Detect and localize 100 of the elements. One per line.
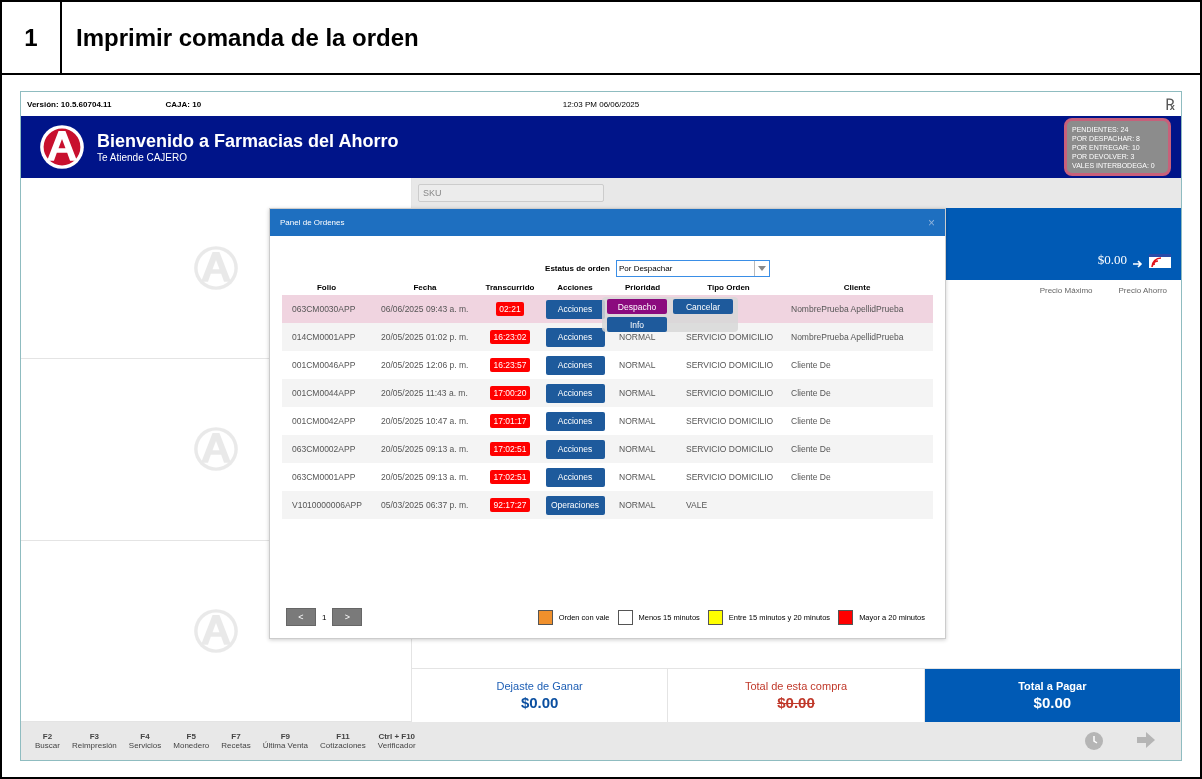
dialog-title: Panel de Ordenes (280, 218, 345, 227)
function-key[interactable]: F4 Servicios (122, 732, 168, 750)
actions-button[interactable]: Acciones (545, 299, 605, 319)
column-header: Prioridad (623, 283, 662, 292)
column-header: Precio Máximo (1039, 286, 1093, 295)
elapsed-time: 17:02:51 (490, 470, 530, 484)
function-key[interactable]: F2 Buscar (29, 732, 66, 750)
table-cell-text: NombrePrueba ApellidPrueba (790, 304, 905, 314)
total-label: Dejaste de Ganar (496, 680, 583, 692)
arrow-icon (1133, 260, 1143, 268)
actions-button[interactable]: Acciones (545, 327, 605, 347)
order-row[interactable]: V1010000006APP 05/03/2025 06:37 p. m. 92:17:27 Operaciones NORMAL VALE (282, 491, 933, 519)
table-cell-text: 001CM0046APP (291, 360, 357, 370)
page-number: 1 (322, 612, 327, 622)
table-cell-text: 06/06/2025 09:43 a. m. (380, 304, 470, 314)
table-cell-text: V1010000006APP (291, 500, 363, 510)
step-title: Imprimir comanda de la orden (75, 22, 419, 53)
table-cell-text: Cliente De (790, 360, 832, 370)
elapsed-time: 17:00:20 (490, 386, 530, 400)
order-row[interactable]: 001CM0044APP 20/05/2025 11:43 a. m. 17:00:20 Acciones NORMAL SERVICIO DOMICILIO Cliente De (282, 379, 933, 407)
column-header: Precio Ahorro (1118, 286, 1167, 295)
register-label: CAJA: 10 (165, 99, 202, 109)
table-cell-text: SERVICIO DOMICILIO (685, 388, 775, 398)
prescription-symbol[interactable]: ℞ (1165, 93, 1175, 115)
elapsed-time: 16:23:57 (490, 358, 530, 372)
table-cell-text: 063CM0030APP (291, 304, 357, 314)
table-cell-text: NORMAL (618, 500, 657, 510)
actions-button[interactable]: Acciones (545, 467, 605, 487)
column-header: Folio (315, 283, 338, 292)
menu-button[interactable]: Cancelar (673, 299, 733, 314)
table-cell-text: Cliente De (790, 444, 832, 454)
table-cell-text: 014CM0001APP (291, 332, 357, 342)
sku-field[interactable]: SKU (418, 184, 604, 202)
function-key[interactable]: F7 Recetas (215, 732, 257, 750)
date-time: 12:03 PM 06/06/2025 (562, 99, 640, 109)
table-cell-text: SERVICIO DOMICILIO (685, 416, 775, 426)
table-cell-text: Cliente De (790, 416, 832, 426)
elapsed-time: 17:02:51 (490, 442, 530, 456)
table-cell-text: 063CM0002APP (291, 444, 357, 454)
table-cell-text: NORMAL (618, 332, 657, 342)
actions-button[interactable]: Acciones (545, 355, 605, 375)
menu-button[interactable]: Info (607, 317, 667, 332)
table-cell-text: NORMAL (618, 388, 657, 398)
total-amount: $0.00 (520, 694, 559, 711)
column-header: Fecha (412, 283, 438, 292)
balance-amount: $0.00 (1097, 252, 1127, 268)
step-number: 1 (2, 2, 62, 73)
table-cell-text: Cliente De (790, 388, 832, 398)
actions-button[interactable]: Acciones (545, 439, 605, 459)
status-dropdown[interactable]: Por Despachar (615, 260, 770, 277)
total-label: Total a Pagar (1018, 680, 1087, 692)
total-label: Total de esta compra (744, 680, 848, 692)
version-label: Versión: 10.5.60704.11 (27, 99, 112, 109)
actions-button[interactable]: Acciones (545, 383, 605, 403)
table-cell-text: 063CM0001APP (291, 472, 357, 482)
table-cell-text: 001CM0044APP (291, 388, 357, 398)
table-cell-text: 05/03/2025 06:37 p. m. (380, 500, 470, 510)
previous-page-button[interactable]: < (286, 608, 316, 626)
table-cell-text: Cliente De (790, 472, 832, 482)
table-cell-text: NORMAL (618, 472, 657, 482)
function-key[interactable]: F11 Cotizaciones (314, 732, 372, 750)
table-cell-text: NORMAL (618, 360, 657, 370)
table-cell-text: VALE (685, 500, 709, 510)
table-cell-text: 20/05/2025 11:43 a. m. (380, 388, 469, 398)
total-amount: $0.00 (1033, 694, 1072, 711)
function-key[interactable]: F5 Monedero (167, 732, 216, 750)
table-cell-text: SERVICIO DOMICILIO (685, 444, 775, 454)
table-cell-text: 20/05/2025 10:47 a. m. (380, 416, 470, 426)
table-cell-text: SERVICIO DOMICILIO (685, 472, 775, 482)
table-cell-text: 20/05/2025 12:06 p. m. (380, 360, 470, 370)
card-icon (1149, 254, 1171, 268)
filter-label: Estatus de orden (545, 264, 610, 273)
table-cell-text: 20/05/2025 01:02 p. m. (380, 332, 470, 342)
elapsed-time: 02:21 (496, 302, 524, 316)
function-key[interactable]: F9 Última Venta (256, 732, 314, 750)
function-key[interactable]: Ctrl + F10 Verificador (371, 732, 422, 750)
next-page-button[interactable]: > (332, 608, 363, 626)
table-cell-text: 20/05/2025 09:13 a. m. (380, 472, 470, 482)
menu-button[interactable]: Despacho (607, 299, 667, 314)
cashier-subtitle: Te Atiende CAJERO (97, 152, 189, 163)
column-header: Tipo Orden (706, 283, 751, 292)
table-cell-text: SERVICIO DOMICILIO (685, 332, 775, 342)
column-header: Cliente (842, 283, 872, 292)
table-cell-text: 001CM0042APP (291, 416, 357, 426)
column-header: Transcurrido (484, 283, 536, 292)
table-cell-text: NORMAL (618, 416, 657, 426)
table-cell-text: SERVICIO DOMICILIO (685, 360, 775, 370)
elapsed-time: 17:01:17 (490, 414, 530, 428)
table-cell-text: NombrePrueba ApellidPrueba (790, 332, 905, 342)
actions-button[interactable]: Operaciones (545, 495, 605, 515)
welcome-title: Bienvenido a Farmacias del Ahorro (97, 131, 399, 152)
column-header: Acciones (556, 283, 594, 292)
table-cell-text: 20/05/2025 09:13 a. m. (380, 444, 470, 454)
elapsed-time: 92:17:27 (490, 498, 530, 512)
function-key[interactable]: F3 Reimpresión (65, 732, 123, 750)
elapsed-time: 16:23:02 (490, 330, 530, 344)
logo-icon (39, 124, 85, 170)
caret-icon (757, 266, 766, 271)
order-row[interactable]: 063CM0002APP 20/05/2025 09:13 a. m. 17:02:51 Acciones NORMAL SERVICIO DOMICILIO Cliente De (282, 435, 933, 463)
actions-button[interactable]: Acciones (545, 411, 605, 431)
